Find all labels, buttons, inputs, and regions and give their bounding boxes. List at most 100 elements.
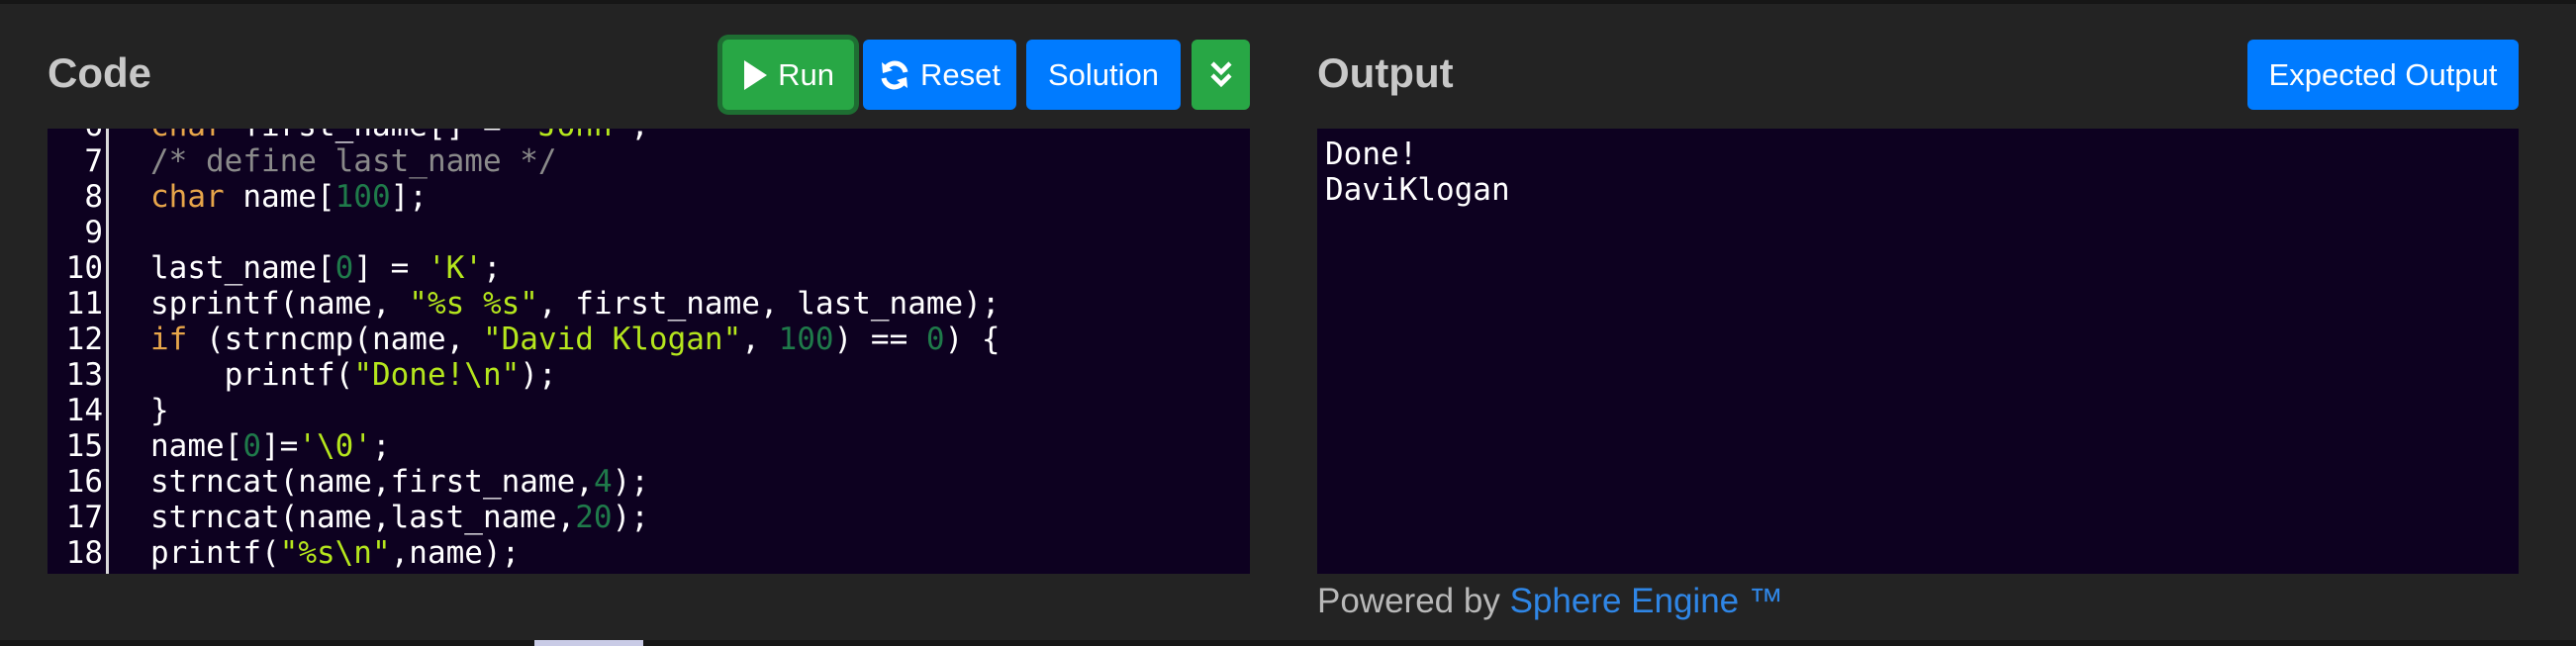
output-line: Done!: [1325, 137, 1418, 172]
code-token: 0: [334, 250, 354, 286]
line-number: 12: [65, 322, 103, 357]
code-text: }: [103, 393, 169, 428]
code-token: );: [612, 500, 649, 535]
line-number: 9: [84, 215, 103, 250]
code-token: name[: [150, 428, 243, 464]
code-text: strncat(name,first_name,4);: [103, 464, 649, 500]
code-token: 0: [280, 571, 299, 574]
code-token: "%s %s": [409, 286, 538, 322]
bottom-accent-bar: [534, 640, 643, 646]
solution-button[interactable]: Solution: [1026, 40, 1181, 110]
code-line: 13 printf("Done!\n");: [48, 357, 1215, 393]
bottom-border: [0, 640, 2576, 646]
code-token: ,: [741, 322, 779, 357]
code-token: 100: [778, 322, 834, 357]
code-line: 16 strncat(name,first_name,4);: [48, 464, 1215, 500]
code-line: 10 last_name[0] = 'K';: [48, 250, 1215, 286]
code-text: char name[100];: [103, 179, 428, 215]
code-line: 19return 0;: [48, 571, 1215, 574]
reset-button[interactable]: Reset: [863, 40, 1016, 110]
code-token: return: [150, 571, 261, 574]
code-token: strncat(name,first_name,: [150, 464, 594, 500]
code-token: sprintf(name,: [150, 286, 410, 322]
code-token: 0: [242, 428, 261, 464]
code-token: "%s\n": [279, 535, 391, 571]
powered-by-prefix: Powered by: [1317, 582, 1510, 620]
code-text: printf("%s\n",name);: [103, 535, 520, 571]
line-number: 19: [48, 571, 103, 574]
code-text: last_name[0] = 'K';: [103, 250, 502, 286]
line-number: 10: [65, 250, 103, 286]
line-number: 18: [65, 535, 103, 571]
expected-output-button-label: Expected Output: [2268, 56, 2498, 92]
code-token: }: [150, 393, 169, 428]
code-token: char: [150, 129, 225, 143]
code-text: /* define last_name */: [103, 143, 557, 179]
expand-button[interactable]: [1192, 40, 1250, 110]
code-heading: Code: [48, 49, 151, 96]
output-heading: Output: [1317, 49, 1454, 96]
line-number: 6: [48, 129, 103, 143]
code-token: );: [612, 464, 649, 500]
code-token: 'K': [427, 250, 483, 286]
code-text: char first_name[] = "John";: [103, 129, 649, 143]
code-token: ;: [630, 129, 649, 143]
reset-button-label: Reset: [920, 56, 1001, 92]
code-token: ;: [298, 571, 317, 574]
code-line: 18 printf("%s\n",name);: [48, 535, 1215, 571]
line-number: 13: [65, 357, 103, 393]
code-token: ;: [482, 250, 502, 286]
expected-output-button[interactable]: Expected Output: [2247, 40, 2519, 110]
code-token: , first_name, last_name);: [537, 286, 1001, 322]
code-token: "Done!\n": [353, 357, 521, 393]
code-token: 100: [334, 179, 391, 215]
code-token: (strncmp(name,: [187, 322, 483, 357]
code-line: 9: [48, 215, 1215, 250]
line-number: 11: [65, 286, 103, 322]
code-text: if (strncmp(name, "David Klogan", 100) =…: [103, 322, 1001, 357]
code-token: 4: [593, 464, 613, 500]
sphere-engine-link[interactable]: Sphere Engine ™: [1510, 582, 1783, 620]
line-number: 17: [65, 500, 103, 535]
code-token: /* define last_name */: [150, 143, 557, 179]
code-token: );: [520, 357, 557, 393]
code-token: 0: [925, 322, 945, 357]
top-border: [0, 0, 2576, 4]
output-console: Done! DaviKlogan: [1317, 129, 2519, 574]
code-token: char: [150, 179, 225, 215]
code-line: 6char first_name[] = "John";: [48, 129, 1215, 143]
code-token: ;: [371, 428, 391, 464]
code-token: 20: [575, 500, 613, 535]
code-line: 12 if (strncmp(name, "David Klogan", 100)…: [48, 322, 1215, 357]
play-icon: [742, 59, 768, 91]
code-line: 11 sprintf(name, "%s %s", first_name, las…: [48, 286, 1215, 322]
code-token: ) ==: [833, 322, 926, 357]
code-token: ];: [390, 179, 428, 215]
double-chevron-down-icon: [1209, 60, 1233, 90]
solution-button-label: Solution: [1047, 56, 1160, 92]
code-token: printf(: [150, 357, 354, 393]
code-token: first_name[] =: [225, 129, 521, 143]
line-number: 7: [84, 143, 103, 179]
powered-by-text: Powered by Sphere Engine ™: [1317, 582, 1783, 621]
code-token: ] =: [353, 250, 428, 286]
code-token: strncat(name,last_name,: [150, 500, 576, 535]
code-text: printf("Done!\n");: [103, 357, 557, 393]
code-token: "David Klogan": [482, 322, 742, 357]
code-token: "John": [520, 129, 630, 143]
code-token: last_name[: [150, 250, 335, 286]
code-lines: 6char first_name[] = "John";7/* define l…: [48, 129, 1215, 574]
code-line: 14}: [48, 393, 1215, 428]
code-token: printf(: [150, 535, 280, 571]
code-line: 7 /* define last_name */: [48, 143, 1215, 179]
line-number: 8: [84, 179, 103, 215]
code-text: return 0;: [103, 571, 317, 574]
code-line: 8 char name[100];: [48, 179, 1215, 215]
code-line: 15 name[0]='\0';: [48, 428, 1215, 464]
code-token: if: [150, 322, 188, 357]
code-editor[interactable]: 6char first_name[] = "John";7/* define l…: [48, 129, 1250, 574]
line-number: 14: [65, 393, 103, 428]
run-button[interactable]: Run: [722, 40, 854, 110]
